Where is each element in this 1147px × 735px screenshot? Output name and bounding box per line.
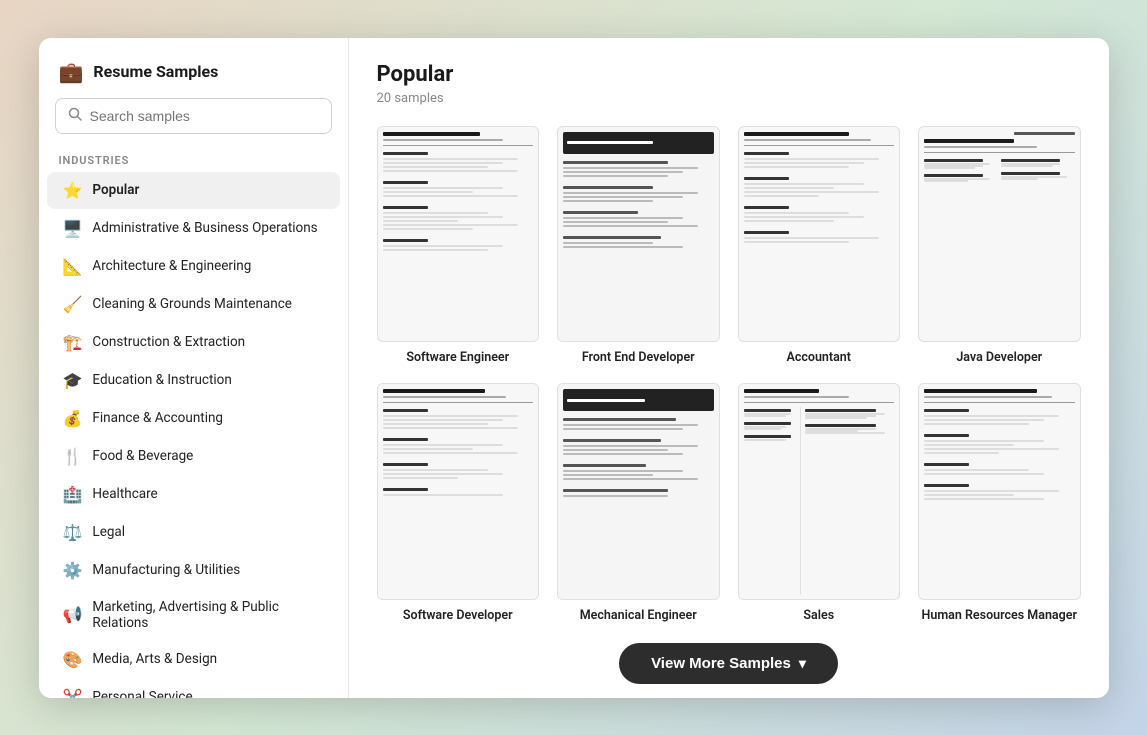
sidebar-item-cleaning[interactable]: 🧹 Cleaning & Grounds Maintenance — [47, 286, 340, 323]
view-more-label: View More Samples — [651, 655, 791, 672]
sidebar-items: ⭐ Popular 🖥️ Administrative & Business O… — [39, 171, 348, 698]
sidebar-item-media[interactable]: 🎨 Media, Arts & Design — [47, 641, 340, 678]
sidebar-icon-food: 🍴 — [63, 447, 83, 466]
sidebar-item-education[interactable]: 🎓 Education & Instruction — [47, 362, 340, 399]
sidebar-label-personal: Personal Service — [92, 689, 192, 698]
main-content: Popular 20 samples — [349, 38, 1109, 698]
sidebar-label-education: Education & Instruction — [92, 372, 231, 388]
sidebar-item-food[interactable]: 🍴 Food & Beverage — [47, 438, 340, 475]
industries-label: Industries — [39, 146, 348, 171]
sidebar-icon-architecture: 📐 — [63, 257, 83, 276]
sidebar-label-popular: Popular — [92, 182, 139, 198]
card-label-accountant: Accountant — [786, 350, 851, 365]
sidebar-label-cleaning: Cleaning & Grounds Maintenance — [92, 296, 292, 312]
sidebar-item-manufacturing[interactable]: ⚙️ Manufacturing & Utilities — [47, 552, 340, 589]
search-input[interactable] — [90, 108, 319, 124]
sidebar: 💼 Resume Samples Industries ⭐ Popular 🖥️… — [39, 38, 349, 698]
card-label-sales: Sales — [803, 608, 834, 623]
sidebar-label-legal: Legal — [92, 524, 125, 540]
card-mechanical-engineer[interactable]: Mechanical Engineer — [557, 383, 720, 623]
search-wrapper — [39, 98, 348, 146]
sidebar-icon-manufacturing: ⚙️ — [63, 561, 83, 580]
card-label-java-developer: Java Developer — [956, 350, 1042, 365]
card-hr-manager[interactable]: Human Resources Manager — [918, 383, 1081, 623]
card-sales[interactable]: Sales — [738, 383, 901, 623]
card-java-developer[interactable]: Java Developer — [918, 126, 1081, 366]
card-label-hr-manager: Human Resources Manager — [922, 608, 1077, 623]
card-thumb-software-engineer — [377, 126, 540, 343]
sidebar-icon-education: 🎓 — [63, 371, 83, 390]
cards-grid: Software Engineer — [377, 126, 1081, 623]
sidebar-item-construction[interactable]: 🏗️ Construction & Extraction — [47, 324, 340, 361]
resume-samples-modal: 💼 Resume Samples Industries ⭐ Popular 🖥️… — [39, 38, 1109, 698]
card-label-front-end-developer: Front End Developer — [582, 350, 695, 365]
resume-icon: 💼 — [59, 60, 84, 84]
sidebar-label-healthcare: Healthcare — [92, 486, 157, 502]
card-thumb-accountant — [738, 126, 901, 343]
sidebar-icon-construction: 🏗️ — [63, 333, 83, 352]
sidebar-label-finance: Finance & Accounting — [92, 410, 223, 426]
card-thumb-hr-manager — [918, 383, 1081, 600]
card-software-engineer[interactable]: Software Engineer — [377, 126, 540, 366]
sidebar-icon-cleaning: 🧹 — [63, 295, 83, 314]
main-panel: Popular 20 samples — [349, 38, 1109, 698]
sidebar-item-marketing[interactable]: 📢 Marketing, Advertising & Public Relati… — [47, 590, 340, 640]
sidebar-icon-media: 🎨 — [63, 650, 83, 669]
sidebar-label-construction: Construction & Extraction — [92, 334, 245, 350]
sidebar-icon-popular: ⭐ — [63, 181, 83, 200]
sidebar-icon-marketing: 📢 — [63, 605, 83, 624]
card-thumb-software-developer — [377, 383, 540, 600]
sidebar-label-admin-business: Administrative & Business Operations — [92, 220, 317, 236]
search-icon — [68, 107, 82, 125]
card-label-mechanical-engineer: Mechanical Engineer — [580, 608, 697, 623]
card-thumb-sales — [738, 383, 901, 600]
section-subtitle: 20 samples — [377, 91, 1081, 106]
sidebar-label-media: Media, Arts & Design — [92, 651, 217, 667]
section-title: Popular — [377, 62, 1081, 87]
card-front-end-developer[interactable]: Front End Developer — [557, 126, 720, 366]
sidebar-item-finance[interactable]: 💰 Finance & Accounting — [47, 400, 340, 437]
sidebar-label-marketing: Marketing, Advertising & Public Relation… — [92, 599, 323, 631]
view-more-button[interactable]: View More Samples ▾ — [619, 643, 838, 684]
sidebar-item-admin-business[interactable]: 🖥️ Administrative & Business Operations — [47, 210, 340, 247]
sidebar-icon-admin-business: 🖥️ — [63, 219, 83, 238]
card-label-software-developer: Software Developer — [403, 608, 513, 623]
sidebar-icon-healthcare: 🏥 — [63, 485, 83, 504]
sidebar-title: Resume Samples — [93, 62, 218, 81]
sidebar-item-healthcare[interactable]: 🏥 Healthcare — [47, 476, 340, 513]
sidebar-label-manufacturing: Manufacturing & Utilities — [92, 562, 240, 578]
search-box[interactable] — [55, 98, 332, 134]
sidebar-item-personal[interactable]: ✂️ Personal Service — [47, 679, 340, 698]
sidebar-label-architecture: Architecture & Engineering — [92, 258, 251, 274]
chevron-down-icon: ▾ — [799, 655, 806, 672]
sidebar-item-popular[interactable]: ⭐ Popular — [47, 172, 340, 209]
card-label-software-engineer: Software Engineer — [406, 350, 509, 365]
sidebar-header: 💼 Resume Samples — [39, 38, 348, 98]
sidebar-item-architecture[interactable]: 📐 Architecture & Engineering — [47, 248, 340, 285]
card-accountant[interactable]: Accountant — [738, 126, 901, 366]
sidebar-icon-finance: 💰 — [63, 409, 83, 428]
card-software-developer[interactable]: Software Developer — [377, 383, 540, 623]
card-thumb-front-end-developer — [557, 126, 720, 343]
sidebar-item-legal[interactable]: ⚖️ Legal — [47, 514, 340, 551]
sidebar-icon-legal: ⚖️ — [63, 523, 83, 542]
sidebar-label-food: Food & Beverage — [92, 448, 193, 464]
sidebar-icon-personal: ✂️ — [63, 688, 83, 698]
card-thumb-java-developer — [918, 126, 1081, 343]
card-thumb-mechanical-engineer — [557, 383, 720, 600]
